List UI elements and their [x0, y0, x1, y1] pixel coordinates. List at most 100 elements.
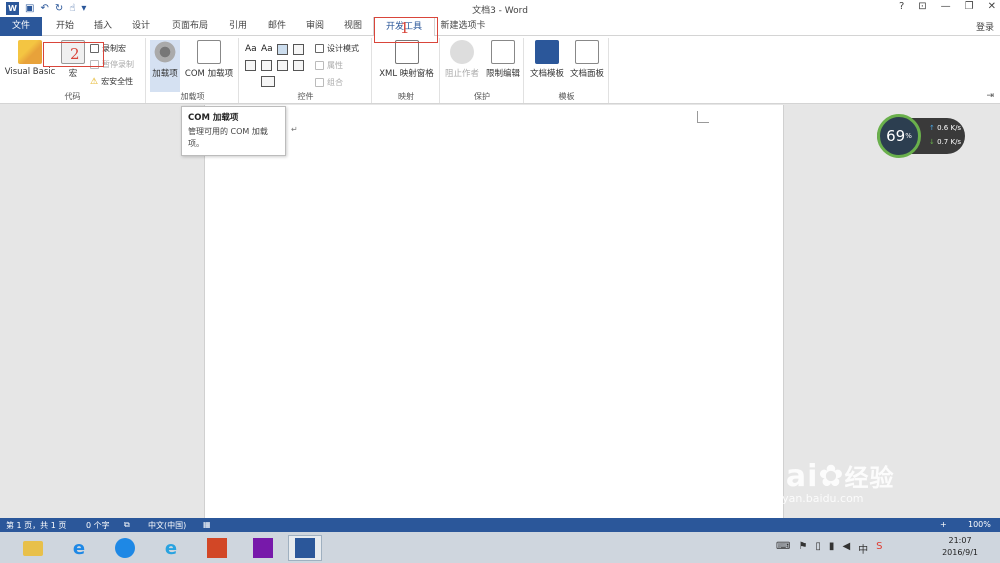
- proofing-icon[interactable]: ⧉: [124, 520, 130, 530]
- tab-home[interactable]: 开始: [48, 17, 82, 36]
- tooltip-description: 管理可用的 COM 加载项。: [188, 127, 268, 148]
- minimize-button[interactable]: —: [941, 1, 951, 12]
- restore-button[interactable]: ❐: [965, 1, 974, 12]
- word-count[interactable]: 0 个字: [86, 520, 110, 531]
- restrict-editing-label: 限制编辑: [485, 69, 520, 79]
- building-block-control-icon[interactable]: [293, 44, 304, 55]
- tab-review[interactable]: 审阅: [298, 17, 332, 36]
- addins-button[interactable]: 加载项: [150, 40, 180, 92]
- sogou-browser-icon[interactable]: [108, 535, 142, 561]
- restrict-editing-button[interactable]: 限制编辑: [483, 40, 523, 79]
- group-button[interactable]: 组合: [315, 77, 343, 88]
- xml-mapping-icon: [394, 40, 419, 64]
- visual-basic-label: Visual Basic: [4, 67, 56, 77]
- properties-icon: [315, 61, 324, 70]
- ie-browser-icon[interactable]: e: [154, 535, 188, 561]
- dropdown-control-icon[interactable]: [277, 60, 288, 71]
- tab-references[interactable]: 引用: [221, 17, 255, 36]
- tab-file[interactable]: 文件: [0, 17, 42, 36]
- date-picker-control-icon[interactable]: [293, 60, 304, 71]
- clock-date: 2016/9/1: [942, 548, 978, 557]
- group-protect-label: 保护: [474, 92, 490, 101]
- group-templates-label: 模板: [558, 92, 575, 101]
- tab-design[interactable]: 设计: [124, 17, 158, 36]
- document-panel-icon: [575, 40, 599, 64]
- pin-ribbon-icon[interactable]: ⇥: [986, 91, 994, 101]
- legacy-tools-icon[interactable]: [261, 76, 275, 87]
- baidu-watermark: Bai✿经验 jingyan.baidu.com: [762, 458, 895, 505]
- volume-icon[interactable]: ◀: [842, 541, 850, 556]
- clock-time: 21:07: [948, 536, 972, 545]
- paw-icon: ✿: [818, 459, 845, 494]
- system-tray: ⌨ ⚑ ▯ ▮ ◀ 中 S: [776, 541, 883, 556]
- design-mode-button[interactable]: 设计模式: [315, 43, 359, 54]
- document-template-button[interactable]: 文档模板: [527, 40, 567, 79]
- tab-page-layout[interactable]: 页面布局: [166, 17, 214, 36]
- macro-security-button[interactable]: ⚠ 宏安全性: [90, 76, 133, 87]
- upload-value: 0.6: [937, 124, 949, 132]
- word-taskbar-icon[interactable]: [288, 535, 322, 561]
- download-unit: K/s: [950, 138, 962, 146]
- group-mapping-label: 映射: [398, 92, 414, 101]
- group-controls: Aa Aa 设计模式 属性 组合 控件: [240, 38, 372, 103]
- macro-security-label: 宏安全性: [101, 77, 134, 86]
- network-speed-widget[interactable]: 69% ↑ 0.6 K/s ↓ 0.7 K/s: [877, 114, 965, 158]
- title-bar: W ▣ ↶ ↻ ☝ ▾ 文档3 - Word ? ⊡ — ❐ ✕: [0, 0, 1000, 17]
- ribbon-tabs: 文件 开始 插入 设计 页面布局 引用 邮件 审阅 视图 开发工具 新建选项卡 …: [0, 17, 1000, 37]
- close-button[interactable]: ✕: [988, 1, 996, 12]
- com-addins-button[interactable]: COM 加载项: [182, 40, 236, 79]
- page-count[interactable]: 第 1 页，共 1 页: [6, 520, 66, 531]
- annotation-number-2: 2: [70, 45, 80, 63]
- addins-label: 加载项: [152, 69, 178, 79]
- pause-recording-label: 暂停录制: [102, 60, 134, 69]
- zoom-in-icon[interactable]: +: [940, 520, 947, 529]
- checkbox-control-icon[interactable]: [245, 60, 256, 71]
- language-indicator[interactable]: 中文(中国): [148, 520, 186, 531]
- sogou-ime-icon[interactable]: S: [876, 541, 882, 556]
- network-icon[interactable]: ▮: [829, 541, 835, 556]
- macro-recording-icon[interactable]: ▦: [203, 520, 211, 529]
- group-code-label: 代码: [64, 92, 81, 101]
- group-icon: [315, 78, 324, 87]
- design-mode-label: 设计模式: [327, 44, 359, 53]
- combobox-control-icon[interactable]: [261, 60, 272, 71]
- rich-text-control-icon[interactable]: Aa: [245, 44, 257, 55]
- block-authors-button[interactable]: 阻止作者: [443, 40, 481, 79]
- ribbon-display-button[interactable]: ⊡: [918, 1, 926, 12]
- zoom-level[interactable]: 100%: [968, 520, 991, 529]
- taskbar: e e ⌨ ⚑ ▯ ▮ ◀ 中 S 21:07 2016/9/1: [0, 532, 1000, 563]
- download-value: 0.7: [937, 138, 949, 146]
- onenote-icon[interactable]: [246, 535, 280, 561]
- tab-mailings[interactable]: 邮件: [260, 17, 294, 36]
- tab-view[interactable]: 视图: [336, 17, 370, 36]
- tab-new-tab[interactable]: 新建选项卡: [438, 17, 488, 36]
- lock-icon: [491, 40, 515, 64]
- system-clock[interactable]: 21:07 2016/9/1: [942, 535, 978, 559]
- document-panel-button[interactable]: 文档面板: [567, 40, 607, 79]
- group-mapping: XML 映射窗格 映射: [373, 38, 440, 103]
- upload-arrow-icon: ↑: [929, 124, 935, 132]
- group-addins-label: 加载项: [180, 92, 205, 101]
- document-panel-label: 文档面板: [569, 69, 604, 79]
- help-button[interactable]: ?: [899, 1, 904, 12]
- tab-insert[interactable]: 插入: [86, 17, 120, 36]
- properties-button[interactable]: 属性: [315, 60, 343, 71]
- flag-icon[interactable]: ⚑: [798, 541, 807, 556]
- status-bar: 第 1 页，共 1 页 0 个字 ⧉ 中文(中国) ▦ + 100%: [0, 518, 1000, 532]
- watermark-brand: Bai: [762, 459, 819, 494]
- paragraph-mark-icon: ↵: [291, 125, 298, 134]
- powerpoint-icon[interactable]: [200, 535, 234, 561]
- xml-mapping-pane-button[interactable]: XML 映射窗格: [375, 40, 438, 79]
- plain-text-control-icon[interactable]: Aa: [261, 44, 273, 55]
- keyboard-icon[interactable]: ⌨: [776, 541, 790, 556]
- ime-icon[interactable]: 中: [858, 541, 868, 556]
- group-addins: 加载项 COM 加载项 加载项: [147, 38, 239, 103]
- internet-explorer-icon[interactable]: e: [62, 535, 96, 561]
- picture-control-icon[interactable]: [277, 44, 288, 55]
- battery-icon[interactable]: ▯: [815, 541, 821, 556]
- login-link[interactable]: 登录: [976, 20, 994, 33]
- usage-percent: 69: [886, 127, 906, 145]
- file-explorer-icon[interactable]: [16, 535, 50, 561]
- document-page[interactable]: ↵: [204, 105, 784, 518]
- design-mode-icon: [315, 44, 324, 53]
